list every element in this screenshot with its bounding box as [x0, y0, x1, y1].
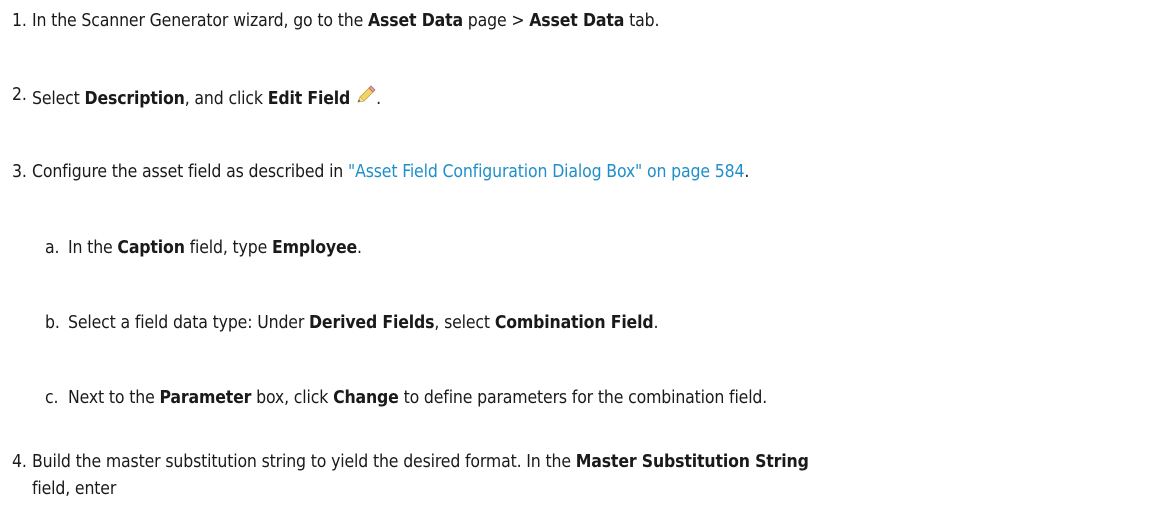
step-text-part: .	[653, 313, 659, 333]
ui-term-asset-data-page: Asset Data	[367, 11, 463, 31]
step-text-part: Select a field data type: Under	[68, 313, 309, 333]
ui-term-asset-data-tab: Asset Data	[529, 11, 625, 31]
step-number: a.	[45, 238, 60, 258]
step-text-part: , and click	[184, 89, 268, 109]
step-text: Build the master substitution string to …	[32, 452, 809, 472]
step-text-part: Build the master substitution string to …	[32, 452, 576, 472]
step-text-part: , select	[434, 313, 495, 333]
step-text-part: box, click	[251, 388, 334, 408]
step-text: Configure the asset field as described i…	[32, 162, 749, 182]
step-text: Next to the Parameter box, click Change …	[68, 388, 767, 408]
ui-term-derived-fields: Derived Fields	[309, 313, 435, 333]
ui-term-master-substitution-string: Master Substitution String	[575, 452, 809, 472]
ui-term-employee: Employee	[271, 238, 358, 258]
step-text-part: field, type	[184, 238, 272, 258]
step-text-part: In the	[68, 238, 118, 258]
step-number: 4.	[12, 452, 27, 472]
ui-term-description: Description	[84, 89, 185, 109]
step-text-part: .	[744, 162, 750, 182]
step-number: c.	[45, 388, 59, 408]
asset-field-configuration-link[interactable]: "Asset Field Configuration Dialog Box" o…	[348, 162, 744, 182]
step-number: b.	[45, 313, 60, 333]
step-text-part: .	[357, 238, 362, 258]
step-text-part: Next to the	[68, 388, 160, 408]
ui-term-edit-field: Edit Field	[267, 89, 351, 109]
step-text-part: In the Scanner Generator wizard, go to t…	[32, 11, 368, 31]
step-text-part: page >	[462, 11, 530, 31]
step-text: Select Description, and click Edit Field…	[32, 85, 381, 109]
pencil-icon	[354, 85, 376, 107]
step-number: 1.	[12, 11, 27, 31]
step-number: 2.	[12, 85, 27, 105]
step-text: Select a field data type: Under Derived …	[68, 313, 658, 333]
step-text: In the Caption field, type Employee.	[68, 238, 362, 258]
step-text: In the Scanner Generator wizard, go to t…	[32, 11, 659, 31]
step-text-part: .	[376, 89, 382, 109]
ui-term-parameter: Parameter	[159, 388, 252, 408]
step-text-part: tab.	[624, 11, 660, 31]
ui-term-caption: Caption	[117, 238, 185, 258]
step-text: field, enter	[32, 479, 117, 499]
step-text-part: to define parameters for the combination…	[398, 388, 768, 408]
ui-term-combination-field: Combination Field	[494, 313, 654, 333]
ui-term-change: Change	[333, 388, 399, 408]
step-text-part: Configure the asset field as described i…	[32, 162, 348, 182]
step-text-part: Select	[32, 89, 85, 109]
step-number: 3.	[12, 162, 27, 182]
